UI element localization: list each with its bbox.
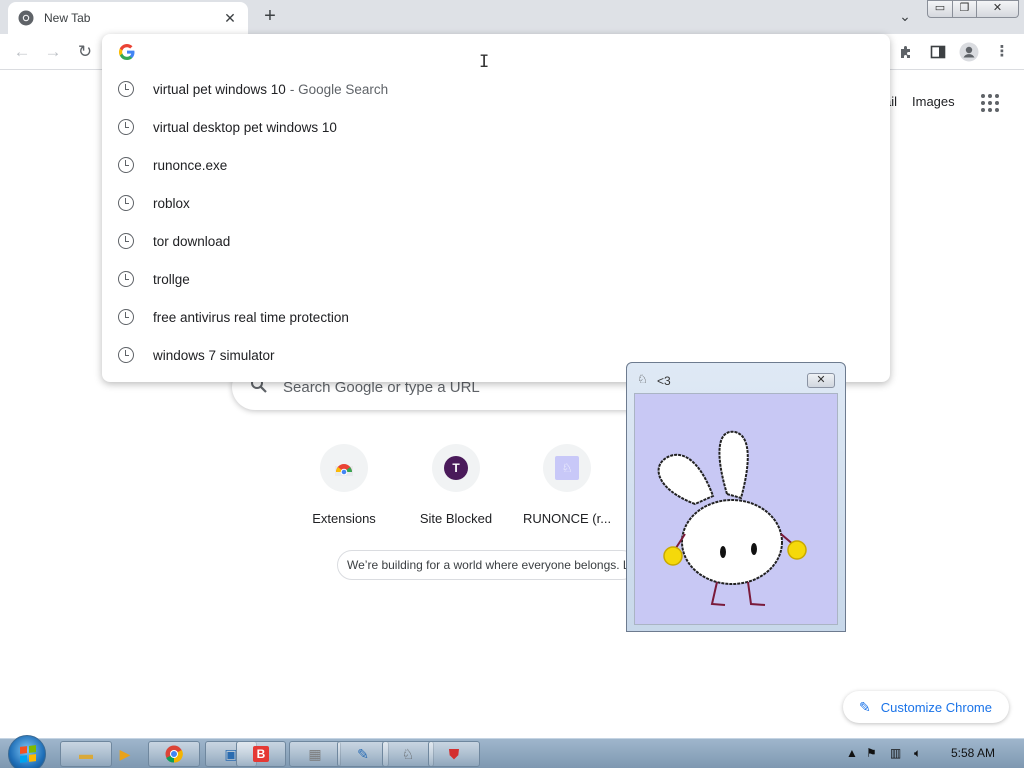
suggestion-item[interactable]: tor download [102,222,890,260]
start-button[interactable] [8,735,46,768]
b-app-icon: B [252,746,270,762]
taskbar-shield-app[interactable]: ⛊ [428,741,480,767]
new-tab-button[interactable]: + [258,6,282,28]
shortcut-runonce[interactable]: ♘ RUNONCE (r... [511,444,623,526]
customize-label: Customize Chrome [880,699,992,715]
suggestion-text: trollge [153,271,190,287]
media-player-icon: ▶ [119,745,131,762]
back-icon[interactable]: ← [12,42,32,62]
suggestion-item[interactable]: trollge [102,260,890,298]
pet-app-icon: ♘ [401,745,415,762]
letter-t-icon: T [444,456,468,480]
maximize-button[interactable]: ❐ [952,0,977,18]
show-hidden-icons[interactable]: ▲ [846,746,858,760]
history-clock-icon [118,309,134,325]
shortcut-label: RUNONCE (r... [522,511,612,526]
tab-new-tab[interactable]: New Tab ✕ [8,2,248,34]
tab-search-icon[interactable]: ⌄ [895,8,915,26]
suggestion-text: virtual pet windows 10 [153,81,286,97]
taskbar-file-explorer[interactable]: ▬ [60,741,112,767]
pet-window-icon: ♘ [637,372,648,386]
windows-logo-icon [20,745,36,763]
extensions-puzzle-icon[interactable] [896,42,916,62]
suggestion-item[interactable]: runonce.exe [102,146,890,184]
pet-window-title: <3 [657,374,671,388]
tab-title: New Tab [44,11,91,25]
close-tab-icon[interactable]: ✕ [222,10,238,27]
suggestion-item[interactable]: roblox [102,184,890,222]
pencil-icon: ✎ [859,698,871,715]
menu-kebab-icon[interactable]: ⋮ [992,42,1012,62]
taskbar-media-player[interactable]: ▶ [117,741,133,767]
pet-window[interactable]: ♘ <3 ✕ [626,362,846,632]
history-clock-icon [118,119,134,135]
history-clock-icon [118,157,134,173]
pet-window-close-button[interactable]: ✕ [807,373,835,388]
suggestion-text: tor download [153,233,231,249]
folder-icon: ▬ [79,746,93,762]
suggestion-text: windows 7 simulator [153,347,275,363]
pet-canvas [634,393,838,625]
volume-icon[interactable]: 🔈︎ [914,746,921,761]
shortcut-label: Site Blocked [419,511,493,526]
history-clock-icon [118,233,134,249]
side-panel-icon[interactable] [928,42,948,62]
text-cursor-icon: I [479,52,490,72]
taskbar-pet-app[interactable]: ♘ [382,741,434,767]
wall-icon: ▦ [308,745,322,762]
promo-banner[interactable]: We’re building for a world where everyon… [337,550,637,580]
suggestion-suffix: - Google Search [289,81,389,97]
shield-app-icon: ⛊ [448,745,460,762]
suggestion-text: runonce.exe [153,157,228,173]
bunny-pet-image[interactable] [635,394,837,624]
chrome-web-store-icon [335,464,353,476]
reload-icon[interactable]: ↻ [75,42,95,62]
runonce-icon: ♘ [555,456,579,480]
customize-chrome-button[interactable]: ✎ Customize Chrome [843,691,1009,723]
shortcut-extensions[interactable]: Extensions [288,444,400,526]
minimize-button[interactable]: ▭ [927,0,953,18]
tab-strip: New Tab ✕ + ⌄ ▭ ❐ ✕ [0,0,1024,34]
close-window-button[interactable]: ✕ [976,0,1019,18]
forward-icon[interactable]: → [43,42,63,62]
chrome-icon [165,745,183,763]
chrome-icon [18,10,34,26]
taskbar-chrome[interactable] [148,741,200,767]
omnibox-dropdown: I virtual pet windows 10 - Google Search… [102,34,890,382]
suggestion-text: free antivirus real time protection [153,309,349,325]
history-clock-icon [118,195,134,211]
app-icon: ✎ [357,745,369,762]
shortcut-site-blocked[interactable]: T Site Blocked [400,444,512,526]
address-bar-input[interactable]: I [102,34,890,72]
suggestion-text: roblox [153,195,190,211]
shortcut-label: Extensions [312,511,376,526]
suggestion-text: virtual desktop pet windows 10 [153,119,337,135]
history-clock-icon [118,81,134,97]
google-g-icon [119,44,135,60]
windows-taskbar: ▬ ▶ ▣ B ▦ ✎ ♘ ⛊ ▲ ⚑ ▥ 🔈︎ [0,735,1024,768]
profile-avatar-icon[interactable] [959,42,979,62]
google-apps-icon[interactable] [981,94,999,112]
taskbar-clock[interactable]: 5:58 AM [951,746,995,760]
suggestion-item[interactable]: virtual desktop pet windows 10 [102,108,890,146]
history-clock-icon [118,271,134,287]
action-center-flag-icon[interactable]: ⚑ [866,746,877,760]
taskbar-wall-app[interactable]: ▦ [289,741,341,767]
taskbar-b-app[interactable]: B [236,741,286,767]
history-clock-icon [118,347,134,363]
suggestion-item[interactable]: free antivirus real time protection [102,298,890,336]
images-link[interactable]: Images [912,94,955,109]
network-icon[interactable]: ▥ [890,746,901,760]
suggestion-item[interactable]: virtual pet windows 10 - Google Search [102,70,890,108]
